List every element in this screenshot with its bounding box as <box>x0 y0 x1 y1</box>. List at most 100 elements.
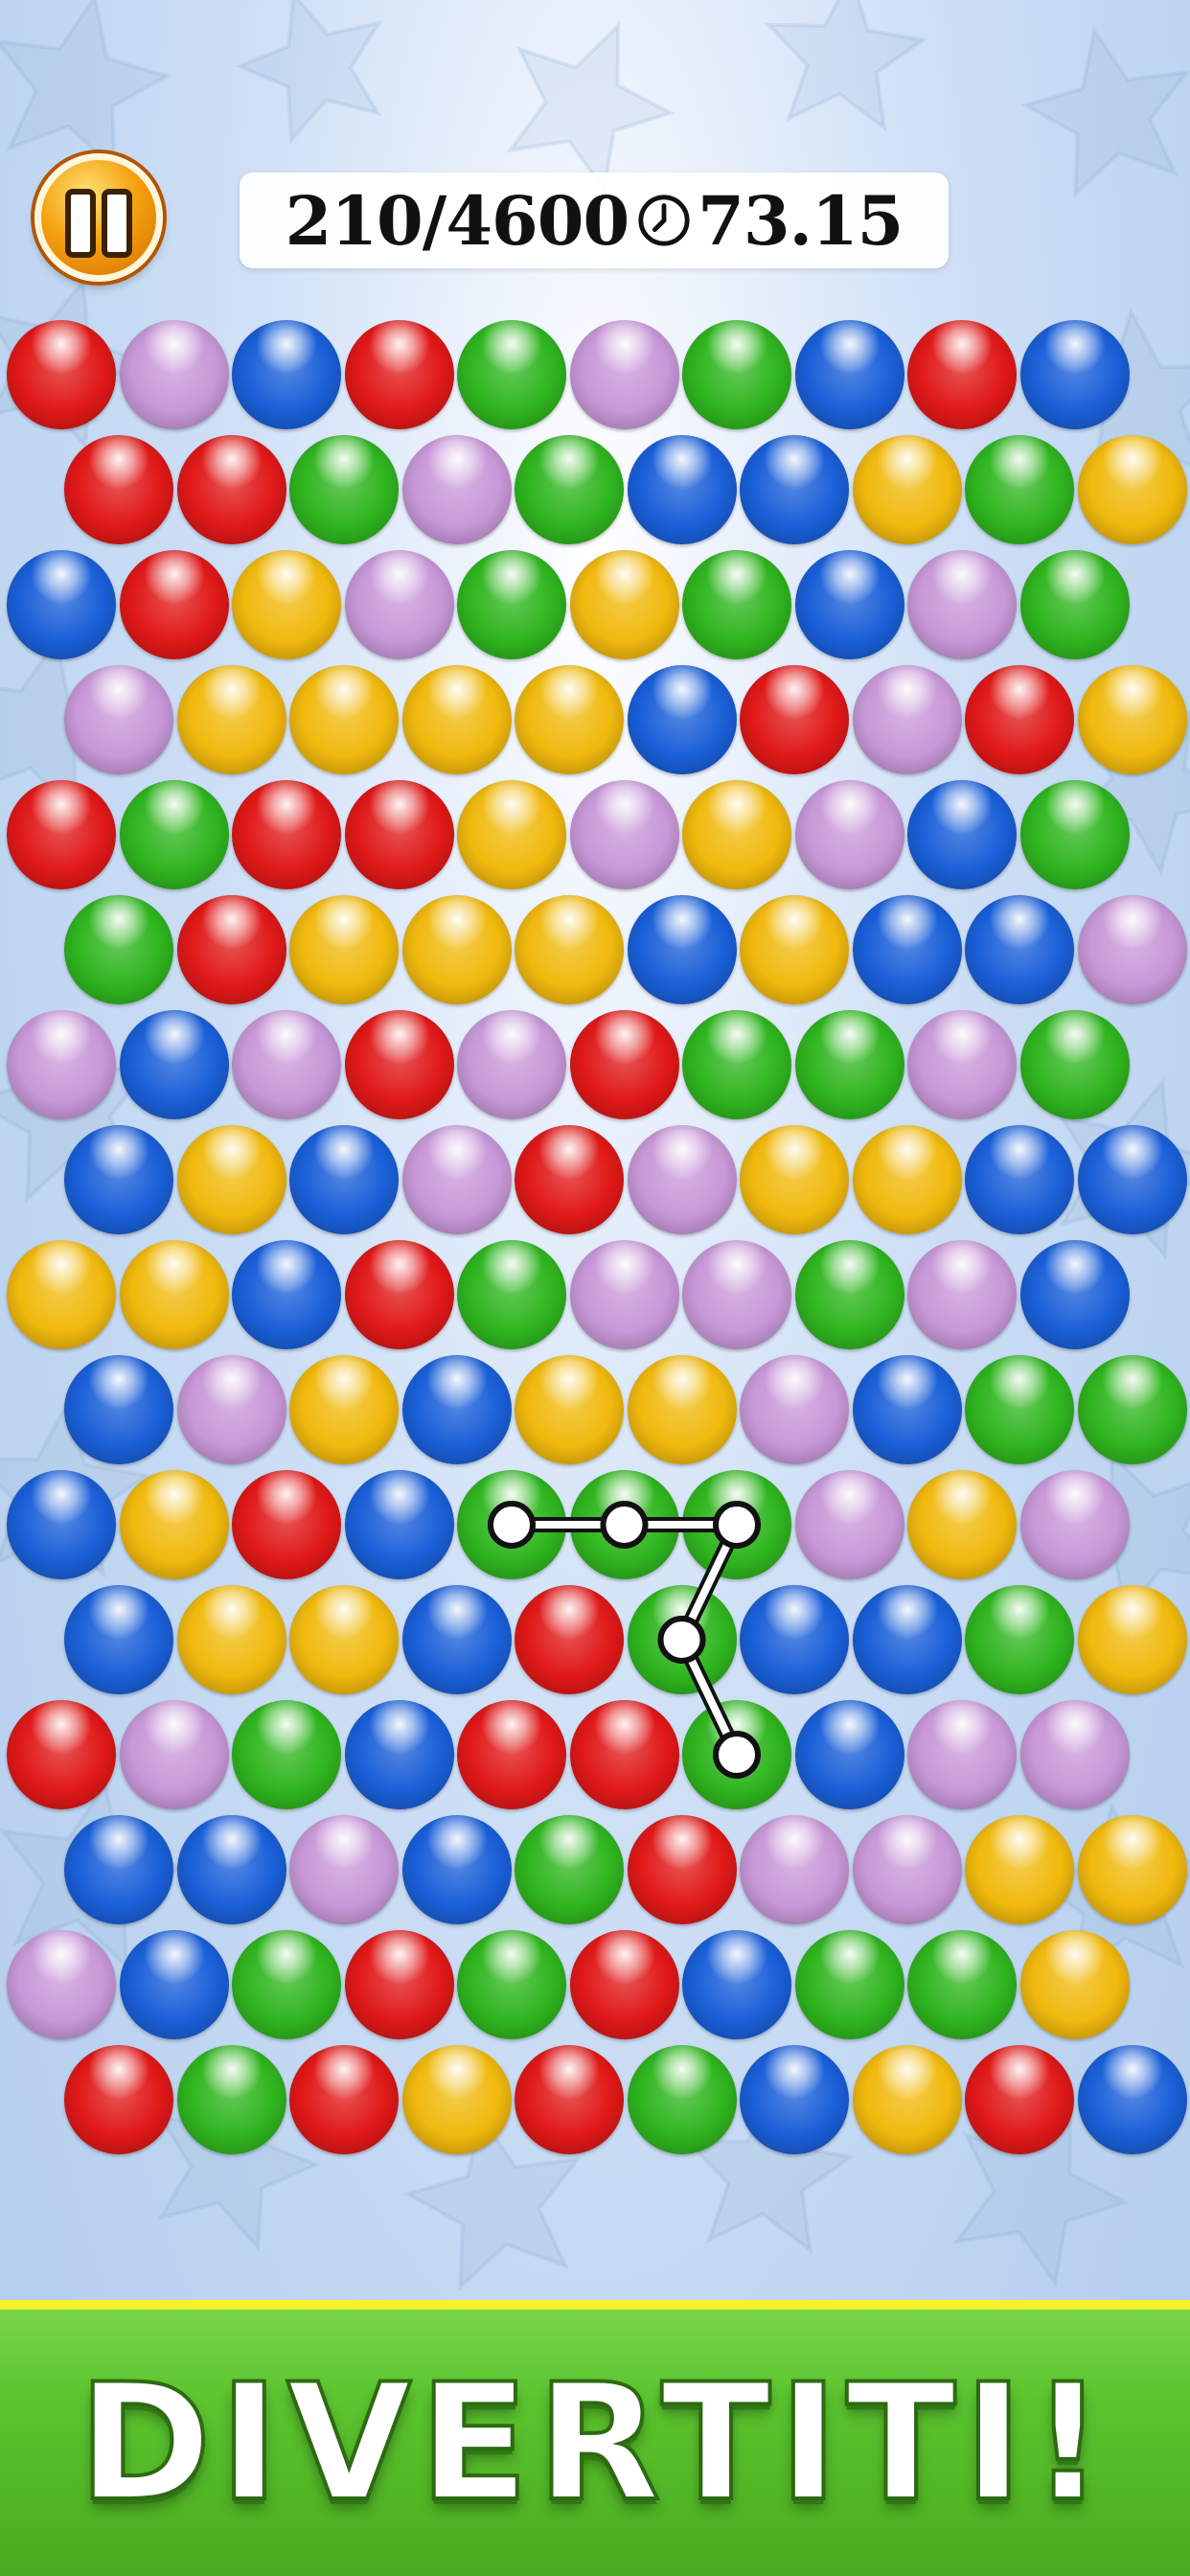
green-bubble[interactable] <box>1019 780 1130 889</box>
purple-bubble[interactable] <box>907 1700 1017 1809</box>
blue-bubble[interactable] <box>740 2045 849 2154</box>
blue-bubble[interactable] <box>232 1240 341 1349</box>
red-bubble[interactable] <box>515 2045 624 2154</box>
green-bubble[interactable] <box>682 1700 791 1809</box>
green-bubble[interactable] <box>457 1240 566 1349</box>
yellow-bubble[interactable] <box>515 895 624 1004</box>
blue-bubble[interactable] <box>852 1355 962 1464</box>
purple-bubble[interactable] <box>794 780 904 889</box>
green-bubble[interactable] <box>682 1470 791 1579</box>
red-bubble[interactable] <box>344 780 454 889</box>
purple-bubble[interactable] <box>569 320 679 429</box>
red-bubble[interactable] <box>232 780 341 889</box>
purple-bubble[interactable] <box>907 1010 1017 1119</box>
red-bubble[interactable] <box>569 1010 679 1119</box>
blue-bubble[interactable] <box>64 1585 173 1694</box>
green-bubble[interactable] <box>289 435 399 544</box>
red-bubble[interactable] <box>344 1240 454 1349</box>
red-bubble[interactable] <box>965 2045 1074 2154</box>
green-bubble[interactable] <box>627 2045 737 2154</box>
blue-bubble[interactable] <box>852 895 962 1004</box>
purple-bubble[interactable] <box>232 1010 341 1119</box>
yellow-bubble[interactable] <box>7 1240 116 1349</box>
green-bubble[interactable] <box>965 1585 1074 1694</box>
purple-bubble[interactable] <box>1019 1470 1130 1579</box>
yellow-bubble[interactable] <box>1077 1585 1187 1694</box>
red-bubble[interactable] <box>64 435 173 544</box>
purple-bubble[interactable] <box>740 1355 849 1464</box>
green-bubble[interactable] <box>682 320 791 429</box>
yellow-bubble[interactable] <box>119 1470 229 1579</box>
blue-bubble[interactable] <box>7 1470 116 1579</box>
yellow-bubble[interactable] <box>852 435 962 544</box>
green-bubble[interactable] <box>457 550 566 659</box>
purple-bubble[interactable] <box>794 1470 904 1579</box>
green-bubble[interactable] <box>794 1010 904 1119</box>
blue-bubble[interactable] <box>852 1585 962 1694</box>
blue-bubble[interactable] <box>64 1125 173 1234</box>
yellow-bubble[interactable] <box>1077 1815 1187 1924</box>
green-bubble[interactable] <box>1019 550 1130 659</box>
blue-bubble[interactable] <box>1077 2045 1187 2154</box>
red-bubble[interactable] <box>344 1010 454 1119</box>
yellow-bubble[interactable] <box>569 550 679 659</box>
blue-bubble[interactable] <box>119 1010 229 1119</box>
blue-bubble[interactable] <box>794 550 904 659</box>
red-bubble[interactable] <box>965 665 1074 774</box>
green-bubble[interactable] <box>176 2045 286 2154</box>
yellow-bubble[interactable] <box>176 1585 286 1694</box>
red-bubble[interactable] <box>344 320 454 429</box>
blue-bubble[interactable] <box>176 1815 286 1924</box>
green-bubble[interactable] <box>682 1010 791 1119</box>
red-bubble[interactable] <box>569 1930 679 2039</box>
yellow-bubble[interactable] <box>457 780 566 889</box>
yellow-bubble[interactable] <box>515 1355 624 1464</box>
red-bubble[interactable] <box>907 320 1017 429</box>
purple-bubble[interactable] <box>907 1240 1017 1349</box>
purple-bubble[interactable] <box>401 435 512 544</box>
blue-bubble[interactable] <box>7 550 116 659</box>
purple-bubble[interactable] <box>7 1010 116 1119</box>
purple-bubble[interactable] <box>740 1815 849 1924</box>
green-bubble[interactable] <box>457 1470 566 1579</box>
yellow-bubble[interactable] <box>401 895 512 1004</box>
red-bubble[interactable] <box>344 1930 454 2039</box>
red-bubble[interactable] <box>7 320 116 429</box>
purple-bubble[interactable] <box>119 320 229 429</box>
red-bubble[interactable] <box>176 435 286 544</box>
blue-bubble[interactable] <box>232 320 341 429</box>
purple-bubble[interactable] <box>289 1815 399 1924</box>
red-bubble[interactable] <box>64 2045 173 2154</box>
yellow-bubble[interactable] <box>740 1125 849 1234</box>
purple-bubble[interactable] <box>852 665 962 774</box>
blue-bubble[interactable] <box>1077 1125 1187 1234</box>
purple-bubble[interactable] <box>7 1930 116 2039</box>
purple-bubble[interactable] <box>457 1010 566 1119</box>
green-bubble[interactable] <box>1019 1010 1130 1119</box>
purple-bubble[interactable] <box>682 1240 791 1349</box>
purple-bubble[interactable] <box>119 1700 229 1809</box>
blue-bubble[interactable] <box>344 1700 454 1809</box>
blue-bubble[interactable] <box>1019 1240 1130 1349</box>
yellow-bubble[interactable] <box>852 2045 962 2154</box>
blue-bubble[interactable] <box>965 895 1074 1004</box>
green-bubble[interactable] <box>627 1585 737 1694</box>
purple-bubble[interactable] <box>176 1355 286 1464</box>
red-bubble[interactable] <box>515 1125 624 1234</box>
purple-bubble[interactable] <box>569 1240 679 1349</box>
yellow-bubble[interactable] <box>289 665 399 774</box>
blue-bubble[interactable] <box>627 895 737 1004</box>
blue-bubble[interactable] <box>119 1930 229 2039</box>
red-bubble[interactable] <box>7 780 116 889</box>
green-bubble[interactable] <box>119 780 229 889</box>
green-bubble[interactable] <box>682 550 791 659</box>
blue-bubble[interactable] <box>794 320 904 429</box>
green-bubble[interactable] <box>907 1930 1017 2039</box>
blue-bubble[interactable] <box>64 1355 173 1464</box>
yellow-bubble[interactable] <box>289 1585 399 1694</box>
yellow-bubble[interactable] <box>965 1815 1074 1924</box>
blue-bubble[interactable] <box>401 1355 512 1464</box>
blue-bubble[interactable] <box>965 1125 1074 1234</box>
yellow-bubble[interactable] <box>401 665 512 774</box>
red-bubble[interactable] <box>289 2045 399 2154</box>
